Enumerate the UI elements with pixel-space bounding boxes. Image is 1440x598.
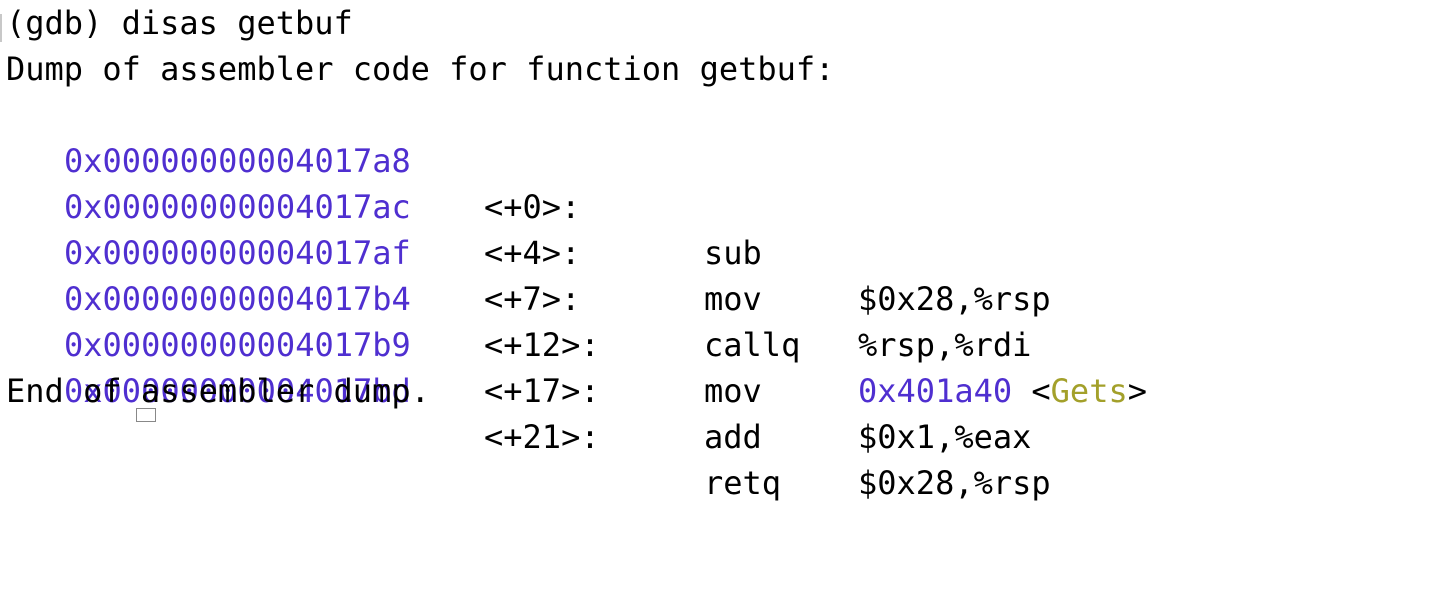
instruction-mnemonic: mov: [704, 372, 762, 410]
instruction-row: 0x00000000004017bd <+21>: retq: [0, 322, 1440, 502]
instruction-mnemonic: retq: [704, 464, 782, 502]
symbol-open-bracket: <: [1031, 372, 1051, 410]
instruction-row: 0x00000000004017ac <+4>: mov %rsp,%rdi: [0, 138, 1440, 364]
instruction-row: 0x00000000004017b9 <+17>: add $0x28,%rsp: [0, 276, 1440, 502]
instruction-offset: <+17>:: [484, 372, 600, 410]
terminal-window[interactable]: (gdb) disas getbuf Dump of assembler cod…: [0, 0, 1440, 502]
instruction-offset: <+21>:: [484, 418, 600, 456]
instruction-operands: 0x401a40 <Gets>: [858, 368, 1147, 414]
instruction-operands: $0x28,%rsp: [858, 464, 1051, 502]
instruction-row: 0x00000000004017a8 <+0>: sub $0x28,%rsp: [0, 92, 1440, 318]
gdb-prompt-line: (gdb) disas getbuf: [6, 4, 353, 42]
scroll-marker: [0, 14, 2, 42]
instruction-operands: $0x1,%eax: [858, 418, 1032, 456]
symbol-close-bracket: >: [1127, 372, 1147, 410]
call-target-symbol: Gets: [1050, 372, 1128, 410]
text-cursor: [136, 408, 156, 422]
call-target-address: 0x401a40: [858, 372, 1013, 410]
instruction-row: 0x00000000004017b4 <+12>: mov $0x1,%eax: [0, 230, 1440, 456]
instruction-row: 0x00000000004017af <+7>: callq 0x401a40 …: [0, 184, 1440, 410]
dump-header-line: Dump of assembler code for function getb…: [6, 50, 835, 88]
instruction-mnemonic: add: [704, 418, 762, 456]
dump-footer-line: End of assembler dump.: [6, 372, 430, 410]
